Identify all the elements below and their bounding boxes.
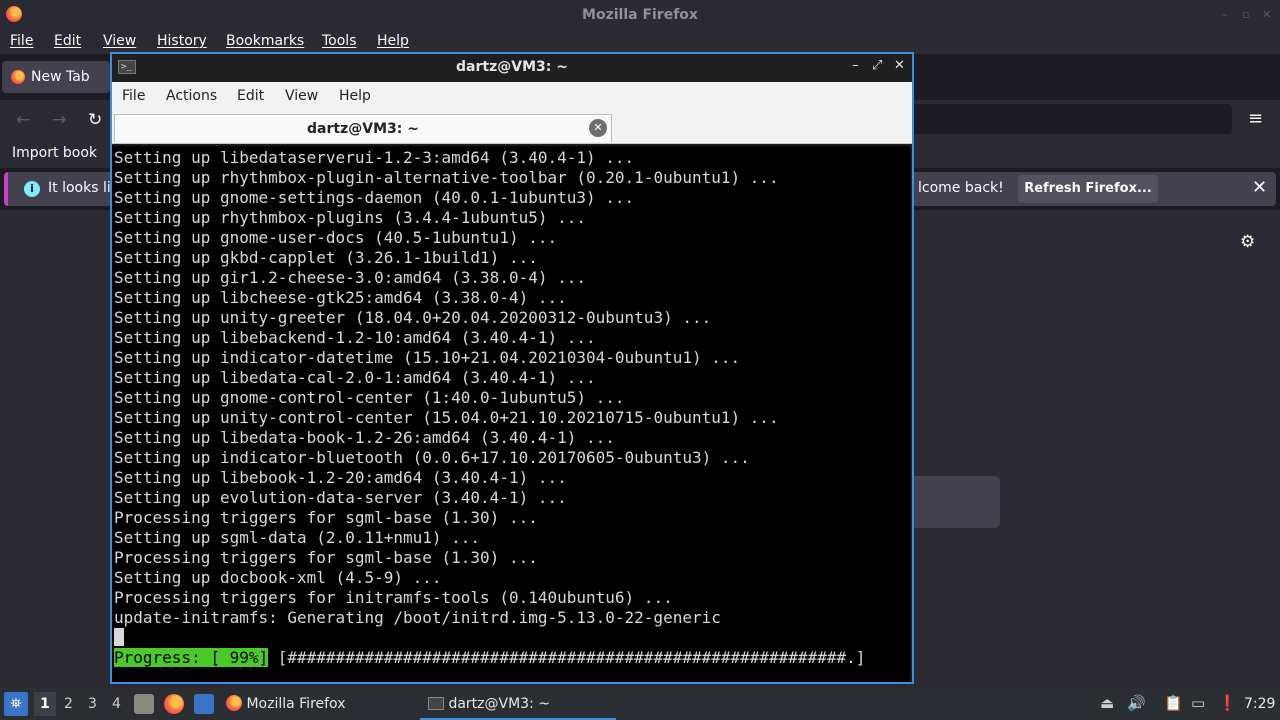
progress-label: Progress: [ 99%] xyxy=(114,648,269,667)
close-notification-icon[interactable]: ✕ xyxy=(1252,177,1267,198)
terminal-line: Setting up indicator-bluetooth (0.0.6+17… xyxy=(114,448,750,467)
terminal-line: Setting up libedataserverui-1.2-3:amd64 … xyxy=(114,148,635,167)
terminal-menu-help[interactable]: Help xyxy=(339,88,371,104)
terminal-tab[interactable]: dartz@VM3: ~ ✕ xyxy=(114,114,612,142)
minimize-icon[interactable]: – xyxy=(852,58,859,73)
refresh-firefox-button[interactable]: Refresh Firefox... xyxy=(1018,175,1158,203)
terminal-tab-label: dartz@VM3: ~ xyxy=(307,121,419,137)
terminal-line: Setting up gkbd-capplet (3.26.1-1build1)… xyxy=(114,248,538,267)
terminal-menu-actions[interactable]: Actions xyxy=(166,88,217,104)
terminal-line: Setting up gir1.2-cheese-3.0:amd64 (3.38… xyxy=(114,268,587,287)
firefox-window-title: Mozilla Firefox xyxy=(582,7,698,23)
firefox-task-icon xyxy=(226,695,242,711)
search-box[interactable] xyxy=(912,476,1000,528)
desktop: Mozilla Firefox – ▫ ✕ File Edit View His… xyxy=(0,0,1280,720)
terminal-menubar: File Actions Edit View Help xyxy=(112,82,912,112)
firefox-menubar: File Edit View History Bookmarks Tools H… xyxy=(0,30,1280,54)
close-icon[interactable]: ✕ xyxy=(1262,8,1272,21)
terminal-task-icon xyxy=(428,697,444,710)
menu-bookmarks[interactable]: Bookmarks xyxy=(226,33,304,49)
terminal-line: Setting up libebook-1.2-20:amd64 (3.40.4… xyxy=(114,468,567,487)
tab-label: New Tab xyxy=(31,69,90,85)
terminal-line: Setting up gnome-control-center (1:40.0-… xyxy=(114,388,625,407)
terminal-menu-view[interactable]: View xyxy=(285,88,318,104)
task-firefox[interactable]: Mozilla Firefox xyxy=(226,688,345,720)
task-terminal[interactable]: dartz@VM3: ~ xyxy=(420,688,616,720)
terminal-line: Setting up rhythmbox-plugin-alternative-… xyxy=(114,168,779,187)
info-icon: i xyxy=(24,181,40,197)
file-manager-icon[interactable] xyxy=(134,694,154,714)
terminal-cursor xyxy=(114,628,124,646)
terminal-window: >_ dartz@VM3: ~ – ⤢ ✕ File Actions Edit … xyxy=(110,52,914,684)
menu-help[interactable]: Help xyxy=(377,33,409,49)
back-arrow-icon[interactable]: ← xyxy=(16,110,30,130)
start-menu-icon[interactable]: ⛯ xyxy=(4,692,28,716)
workspace-1[interactable]: 1 xyxy=(34,692,56,716)
terminal-line: Setting up libedata-cal-2.0-1:amd64 (3.4… xyxy=(114,368,596,387)
terminal-titlebar: >_ dartz@VM3: ~ – ⤢ ✕ xyxy=(112,54,912,82)
terminal-line: Processing triggers for sgml-base (1.30)… xyxy=(114,508,538,527)
desktop-icon[interactable] xyxy=(194,694,214,714)
terminal-line: Setting up docbook-xml (4.5-9) ... xyxy=(114,568,442,587)
terminal-line: Setting up unity-greeter (18.04.0+20.04.… xyxy=(114,308,712,327)
task-firefox-label: Mozilla Firefox xyxy=(246,696,346,712)
menu-view[interactable]: View xyxy=(103,33,136,49)
terminal-line: Setting up gnome-settings-daemon (40.0.1… xyxy=(114,188,635,207)
firefox-tab-icon xyxy=(11,70,25,84)
update-notification-icon[interactable]: ❗ xyxy=(1218,694,1237,712)
terminal-line: Setting up libebackend-1.2-10:amd64 (3.4… xyxy=(114,328,596,347)
menu-file[interactable]: File xyxy=(10,33,33,49)
menu-tools[interactable]: Tools xyxy=(322,33,357,49)
eject-icon[interactable]: ⏏ xyxy=(1100,694,1114,712)
close-icon[interactable]: ✕ xyxy=(894,58,905,73)
maximize-icon[interactable]: ▫ xyxy=(1242,8,1252,21)
terminal-line: Setting up indicator-datetime (15.10+21.… xyxy=(114,348,741,367)
firefox-titlebar: Mozilla Firefox – ▫ ✕ xyxy=(0,0,1280,30)
import-bookmarks-link[interactable]: Import book xyxy=(12,145,97,161)
workspace-3[interactable]: 3 xyxy=(88,696,97,712)
minimize-icon[interactable]: – xyxy=(1222,8,1232,21)
notification-text-right: lcome back! xyxy=(918,180,1004,196)
terminal-line: Setting up libedata-book-1.2-26:amd64 (3… xyxy=(114,428,615,447)
tab-new-tab[interactable]: New Tab xyxy=(2,61,110,93)
url-bar[interactable] xyxy=(912,104,1232,134)
workspace-4[interactable]: 4 xyxy=(112,696,121,712)
taskbar: ⛯ 1 2 3 4 Mozilla Firefox dartz@VM3: ~ ⏏… xyxy=(0,688,1280,720)
task-terminal-label: dartz@VM3: ~ xyxy=(448,696,550,712)
maximize-icon[interactable]: ⤢ xyxy=(872,58,882,73)
terminal-menu-file[interactable]: File xyxy=(122,88,145,104)
workspace-2[interactable]: 2 xyxy=(64,696,73,712)
terminal-menu-edit[interactable]: Edit xyxy=(237,88,264,104)
terminal-line: Processing triggers for initramfs-tools … xyxy=(114,588,673,607)
terminal-line: Setting up rhythmbox-plugins (3.4.4-1ubu… xyxy=(114,208,587,227)
terminal-line: update-initramfs: Generating /boot/initr… xyxy=(114,608,721,627)
terminal-line: Processing triggers for sgml-base (1.30)… xyxy=(114,548,538,567)
terminal-line: Setting up libcheese-gtk25:amd64 (3.38.0… xyxy=(114,288,567,307)
network-icon[interactable]: ▭ xyxy=(1191,694,1205,712)
menu-edit[interactable]: Edit xyxy=(54,33,81,49)
volume-icon[interactable]: 🔊 xyxy=(1127,694,1146,712)
menu-history[interactable]: History xyxy=(157,33,207,49)
terminal-line: Setting up evolution-data-server (3.40.4… xyxy=(114,488,567,507)
terminal-line: Setting up unity-control-center (15.04.0… xyxy=(114,408,779,427)
terminal-line: Setting up sgml-data (2.0.11+nmu1) ... xyxy=(114,528,481,547)
terminal-output[interactable]: Setting up libedataserverui-1.2-3:amd64 … xyxy=(112,146,910,682)
clipboard-icon[interactable]: 📋 xyxy=(1164,694,1183,712)
clock: 7:29 xyxy=(1244,696,1276,712)
forward-arrow-icon[interactable]: → xyxy=(52,110,66,130)
progress-row: Progress: [ 99%] [######################… xyxy=(114,648,865,668)
terminal-text: Setting up libedataserverui-1.2-3:amd64 … xyxy=(114,148,779,628)
terminal-tabbar: dartz@VM3: ~ ✕ xyxy=(112,112,912,144)
hamburger-menu-icon[interactable]: ≡ xyxy=(1248,108,1263,129)
progress-bar: [#######################################… xyxy=(268,648,866,667)
close-tab-icon[interactable]: ✕ xyxy=(589,119,607,137)
notification-text: It looks lik xyxy=(48,180,119,196)
reload-icon[interactable]: ↻ xyxy=(88,110,102,130)
firefox-launcher-icon[interactable] xyxy=(164,694,184,714)
terminal-line: Setting up gnome-user-docs (40.5-1ubuntu… xyxy=(114,228,558,247)
gear-icon[interactable]: ⚙ xyxy=(1240,232,1255,252)
terminal-window-title: dartz@VM3: ~ xyxy=(456,59,568,75)
